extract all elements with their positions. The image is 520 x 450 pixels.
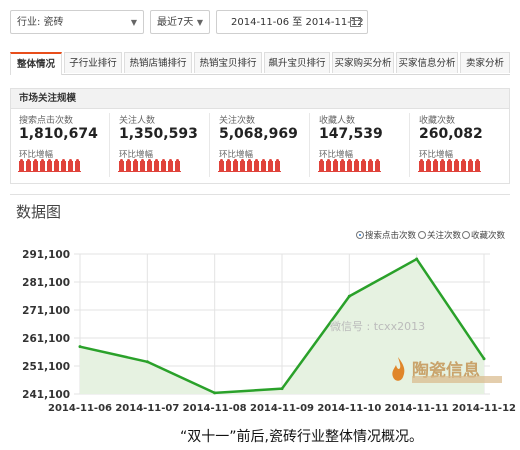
y-tick-label: 261,100 xyxy=(22,333,70,345)
x-tick-label: 2014-11-11 xyxy=(385,403,449,414)
y-tick-label: 241,100 xyxy=(22,389,70,401)
x-tick-label: 2014-11-09 xyxy=(250,403,314,414)
watermark: 微信号 : tcxx2013 xyxy=(330,320,426,333)
x-tick-label: 2014-11-06 xyxy=(48,403,112,414)
data-point xyxy=(78,345,82,349)
data-point xyxy=(213,391,217,395)
logo-tagline-bar xyxy=(412,376,502,383)
data-point xyxy=(347,294,351,298)
data-point xyxy=(415,257,419,261)
y-tick-label: 271,100 xyxy=(22,305,70,317)
logo: 陶瓷信息 xyxy=(388,354,508,386)
y-tick-label: 291,100 xyxy=(22,249,70,261)
y-tick-label: 251,100 xyxy=(22,361,70,373)
x-tick-label: 2014-11-08 xyxy=(183,403,247,414)
data-point xyxy=(145,360,149,364)
y-tick-label: 281,100 xyxy=(22,277,70,289)
x-tick-label: 2014-11-10 xyxy=(317,403,381,414)
x-tick-label: 2014-11-12 xyxy=(452,403,516,414)
caption: “双十一”前后,瓷砖行业整体情况概况。 xyxy=(180,429,423,445)
x-tick-label: 2014-11-07 xyxy=(115,403,179,414)
flame-logo-icon xyxy=(392,357,405,381)
data-point xyxy=(280,387,284,391)
